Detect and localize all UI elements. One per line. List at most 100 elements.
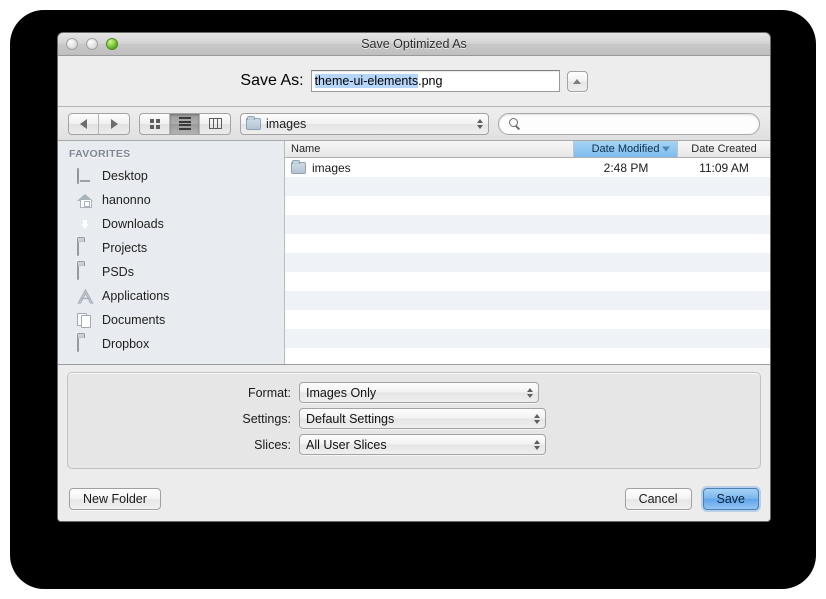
save-as-bar: Save As: theme-ui-elements .png xyxy=(58,56,770,107)
sidebar-item-applications[interactable]: Applications xyxy=(58,284,284,308)
folder-icon xyxy=(77,335,94,352)
sort-descending-icon xyxy=(662,146,670,152)
folder-icon xyxy=(246,115,261,130)
column-header-name[interactable]: Name xyxy=(285,141,574,157)
minimize-button[interactable] xyxy=(86,38,98,50)
file-browser: FAVORITES Desktop hanonno Downloads Proj… xyxy=(58,141,770,365)
sidebar-item-label: Desktop xyxy=(102,169,148,183)
back-button[interactable] xyxy=(69,113,99,134)
slices-row: Slices: All User Slices xyxy=(68,434,760,455)
filename-selected-text: theme-ui-elements xyxy=(314,74,419,88)
sidebar-item-psds[interactable]: PSDs xyxy=(58,260,284,284)
sidebar-item-label: Documents xyxy=(102,313,166,327)
slices-value: All User Slices xyxy=(306,437,387,452)
format-value: Images Only xyxy=(306,385,377,400)
save-button[interactable]: Save xyxy=(702,488,759,510)
slices-label: Slices: xyxy=(254,437,291,452)
format-row: Format: Images Only xyxy=(68,382,760,403)
icon-view-button[interactable] xyxy=(140,113,170,134)
applications-icon xyxy=(77,288,94,304)
sidebar: FAVORITES Desktop hanonno Downloads Proj… xyxy=(58,141,285,364)
up-down-arrows-icon xyxy=(477,118,483,129)
sidebar-item-projects[interactable]: Projects xyxy=(58,236,284,260)
triangle-up-icon xyxy=(573,78,582,84)
sidebar-item-label: Projects xyxy=(102,241,148,255)
sidebar-item-hanonno[interactable]: hanonno xyxy=(58,188,284,212)
folder-icon xyxy=(77,263,94,280)
path-popup-button[interactable]: images xyxy=(240,112,489,135)
file-list: Name Date Modified Date Created images 2… xyxy=(285,141,770,364)
slices-select[interactable]: All User Slices xyxy=(299,434,546,455)
window-titlebar: Save Optimized As xyxy=(58,33,770,56)
sidebar-item-label: Dropbox xyxy=(102,337,150,351)
save-dialog-window: Save Optimized As Save As: theme-ui-elem… xyxy=(57,32,771,522)
table-row[interactable]: images 2:48 PM 11:09 AM xyxy=(285,158,770,177)
sidebar-item-downloads[interactable]: Downloads xyxy=(58,212,284,236)
sidebar-item-dropbox[interactable]: Dropbox xyxy=(58,332,284,356)
browser-toolbar: images xyxy=(58,107,770,141)
documents-icon xyxy=(77,312,94,328)
list-view-button[interactable] xyxy=(170,113,200,134)
window-controls xyxy=(66,38,118,50)
sidebar-item-label: Applications xyxy=(102,289,170,303)
sidebar-item-label: hanonno xyxy=(102,193,151,207)
view-mode-buttons xyxy=(139,112,231,135)
desktop-icon xyxy=(77,167,94,184)
cancel-button[interactable]: Cancel xyxy=(624,488,692,510)
column-headers: Name Date Modified Date Created xyxy=(285,141,770,158)
new-folder-button[interactable]: New Folder xyxy=(69,488,161,510)
path-popup-label: images xyxy=(266,116,307,131)
table-row-empty xyxy=(285,253,770,272)
table-row-empty xyxy=(285,272,770,291)
export-options-panel: Format: Images Only Settings: Default Se… xyxy=(58,365,770,477)
search-icon xyxy=(509,118,520,129)
table-row-empty xyxy=(285,291,770,310)
search-input[interactable] xyxy=(525,116,749,131)
table-row-empty xyxy=(285,329,770,348)
home-icon xyxy=(77,193,94,208)
chevron-left-icon xyxy=(80,118,87,129)
table-row-empty xyxy=(285,196,770,215)
table-row-empty xyxy=(285,234,770,253)
filename-extension-text: .png xyxy=(418,74,443,88)
folder-icon xyxy=(77,239,94,256)
table-row-empty xyxy=(285,215,770,234)
column-header-date-modified[interactable]: Date Modified xyxy=(574,141,678,157)
navigation-buttons xyxy=(68,112,130,135)
sidebar-section-header: FAVORITES xyxy=(69,148,131,160)
up-down-arrows-icon xyxy=(534,413,540,424)
table-row-empty xyxy=(285,310,770,329)
up-down-arrows-icon xyxy=(534,439,540,450)
file-date-created-cell: 11:09 AM xyxy=(699,160,749,175)
file-rows: images 2:48 PM 11:09 AM xyxy=(285,158,770,364)
file-date-modified-cell: 2:48 PM xyxy=(603,160,649,175)
forward-button[interactable] xyxy=(99,114,129,134)
list-icon xyxy=(178,117,191,130)
folder-icon xyxy=(291,159,306,174)
settings-row: Settings: Default Settings xyxy=(68,408,760,429)
download-icon xyxy=(77,217,94,232)
file-name-cell: images xyxy=(285,159,574,175)
settings-label: Settings: xyxy=(242,411,291,426)
sidebar-item-label: PSDs xyxy=(102,265,134,279)
sidebar-item-desktop[interactable]: Desktop xyxy=(58,164,284,188)
chevron-right-icon xyxy=(110,118,118,129)
search-field[interactable] xyxy=(498,112,760,135)
table-row-empty xyxy=(285,177,770,196)
save-as-label: Save As: xyxy=(240,72,304,89)
format-label: Format: xyxy=(247,385,291,400)
zoom-button[interactable] xyxy=(106,38,118,50)
sidebar-item-documents[interactable]: Documents xyxy=(58,308,284,332)
filename-input[interactable]: theme-ui-elements .png xyxy=(310,70,560,92)
column-view-button[interactable] xyxy=(200,114,230,134)
columns-icon xyxy=(208,118,222,129)
sidebar-item-label: Downloads xyxy=(102,217,164,231)
window-title: Save Optimized As xyxy=(361,37,467,51)
column-header-date-created[interactable]: Date Created xyxy=(678,141,770,157)
collapse-dialog-button[interactable] xyxy=(566,70,588,92)
settings-select[interactable]: Default Settings xyxy=(299,408,546,429)
options-group-box: Format: Images Only Settings: Default Se… xyxy=(67,372,761,469)
format-select[interactable]: Images Only xyxy=(299,382,539,403)
close-button[interactable] xyxy=(66,38,78,50)
settings-value: Default Settings xyxy=(306,411,395,426)
